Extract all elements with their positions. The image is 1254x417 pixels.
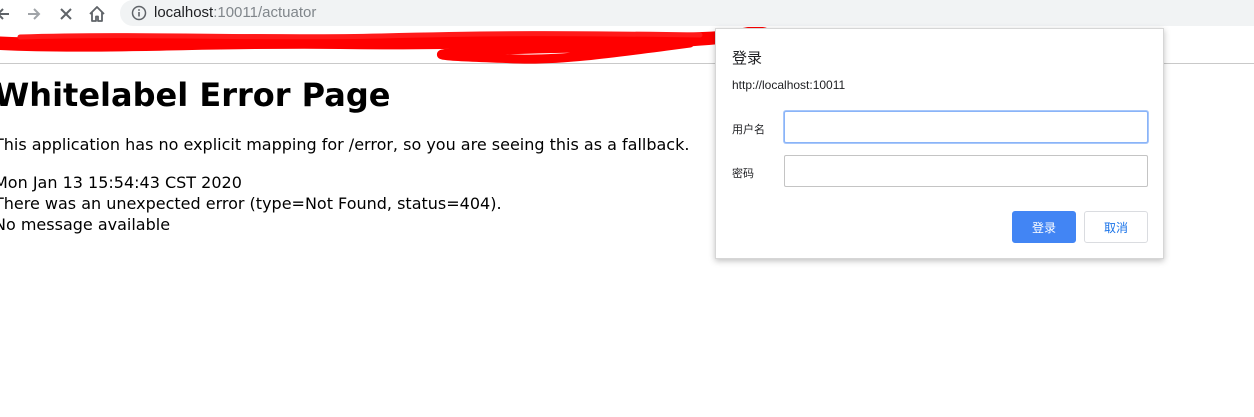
username-label: 用户名 bbox=[732, 123, 765, 136]
arrow-left-icon bbox=[0, 6, 11, 22]
dialog-title: 登录 bbox=[732, 49, 763, 67]
password-input[interactable] bbox=[784, 155, 1148, 187]
home-button[interactable] bbox=[86, 3, 108, 25]
browser-toolbar: localhost:10011/actuator bbox=[0, 0, 1254, 27]
close-icon bbox=[59, 7, 73, 21]
home-icon bbox=[88, 5, 106, 23]
error-timestamp: Mon Jan 13 15:54:43 CST 2020 bbox=[0, 173, 242, 192]
page-heading: Whitelabel Error Page bbox=[0, 76, 391, 114]
login-button[interactable]: 登录 bbox=[1012, 211, 1076, 243]
username-input[interactable] bbox=[784, 111, 1148, 143]
address-bar[interactable]: localhost:10011/actuator bbox=[120, 0, 1254, 26]
forward-button[interactable] bbox=[23, 3, 45, 25]
url-host: localhost bbox=[154, 4, 214, 21]
error-message: No message available bbox=[0, 215, 171, 234]
info-icon[interactable] bbox=[131, 5, 147, 21]
redaction-scribble bbox=[0, 27, 770, 64]
password-label: 密码 bbox=[732, 167, 754, 180]
error-status: There was an unexpected error (type=Not … bbox=[0, 194, 502, 213]
dialog-origin: http://localhost:10011 bbox=[732, 78, 846, 92]
arrow-right-icon bbox=[26, 6, 42, 22]
error-paragraph: This application has no explicit mapping… bbox=[0, 135, 690, 154]
url-text: localhost:10011/actuator bbox=[154, 3, 316, 23]
url-path: :10011/actuator bbox=[213, 4, 317, 21]
login-dialog: 登录 http://localhost:10011 用户名 密码 登录 取消 bbox=[715, 28, 1164, 259]
cancel-button[interactable]: 取消 bbox=[1084, 211, 1148, 243]
back-button[interactable] bbox=[0, 3, 14, 25]
stop-button[interactable] bbox=[55, 3, 77, 25]
